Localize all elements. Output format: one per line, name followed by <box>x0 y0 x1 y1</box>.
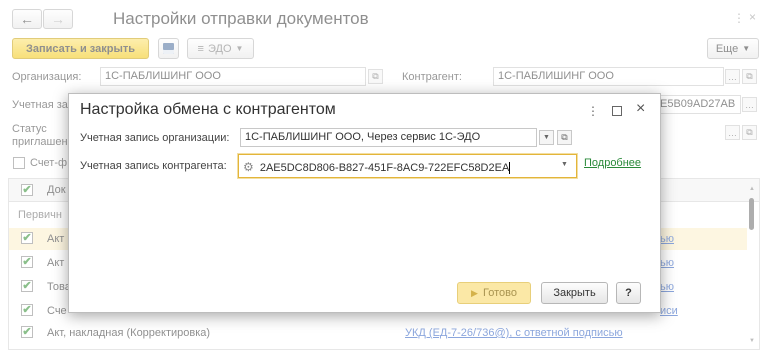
done-button[interactable]: ▶ Готово <box>457 282 531 304</box>
more-options-icon[interactable]: ⋮ <box>587 104 599 118</box>
close-button[interactable]: Закрыть <box>541 282 608 304</box>
org-account-dropdown-icon[interactable]: ▼ <box>539 130 554 145</box>
open-org-account-icon[interactable]: ⧉ <box>557 130 572 145</box>
maximize-icon[interactable] <box>612 106 622 116</box>
done-label: Готово <box>482 287 517 299</box>
help-label: ? <box>625 287 632 299</box>
close-icon[interactable]: × <box>636 100 645 118</box>
cp-account-value: 2AE5DC8D806-B827-451F-8AC9-722EFC58D2EA <box>259 162 510 174</box>
cp-account-dropdown-icon[interactable]: ▼ <box>561 161 568 168</box>
dialog-title: Настройка обмена с контрагентом <box>80 101 336 118</box>
cp-account-field[interactable]: ⚙ 2AE5DC8D806-B827-451F-8AC9-722EFC58D2E… <box>238 154 577 178</box>
play-icon: ▶ <box>471 287 478 298</box>
cp-account-label: Учетная запись контрагента: <box>80 160 227 172</box>
more-details-link[interactable]: Подробнее <box>584 157 641 169</box>
help-button[interactable]: ? <box>616 282 641 304</box>
exchange-settings-dialog: Настройка обмена с контрагентом ⋮ × Учет… <box>68 93 661 313</box>
close-label: Закрыть <box>553 287 596 299</box>
org-account-value: 1С-ПАБЛИШИНГ ООО, Через сервис 1С-ЭДО <box>245 131 481 143</box>
org-account-field[interactable]: 1С-ПАБЛИШИНГ ООО, Через сервис 1С-ЭДО <box>240 128 537 147</box>
gear-icon: ⚙ <box>243 160 254 174</box>
org-account-label: Учетная запись организации: <box>80 132 230 144</box>
